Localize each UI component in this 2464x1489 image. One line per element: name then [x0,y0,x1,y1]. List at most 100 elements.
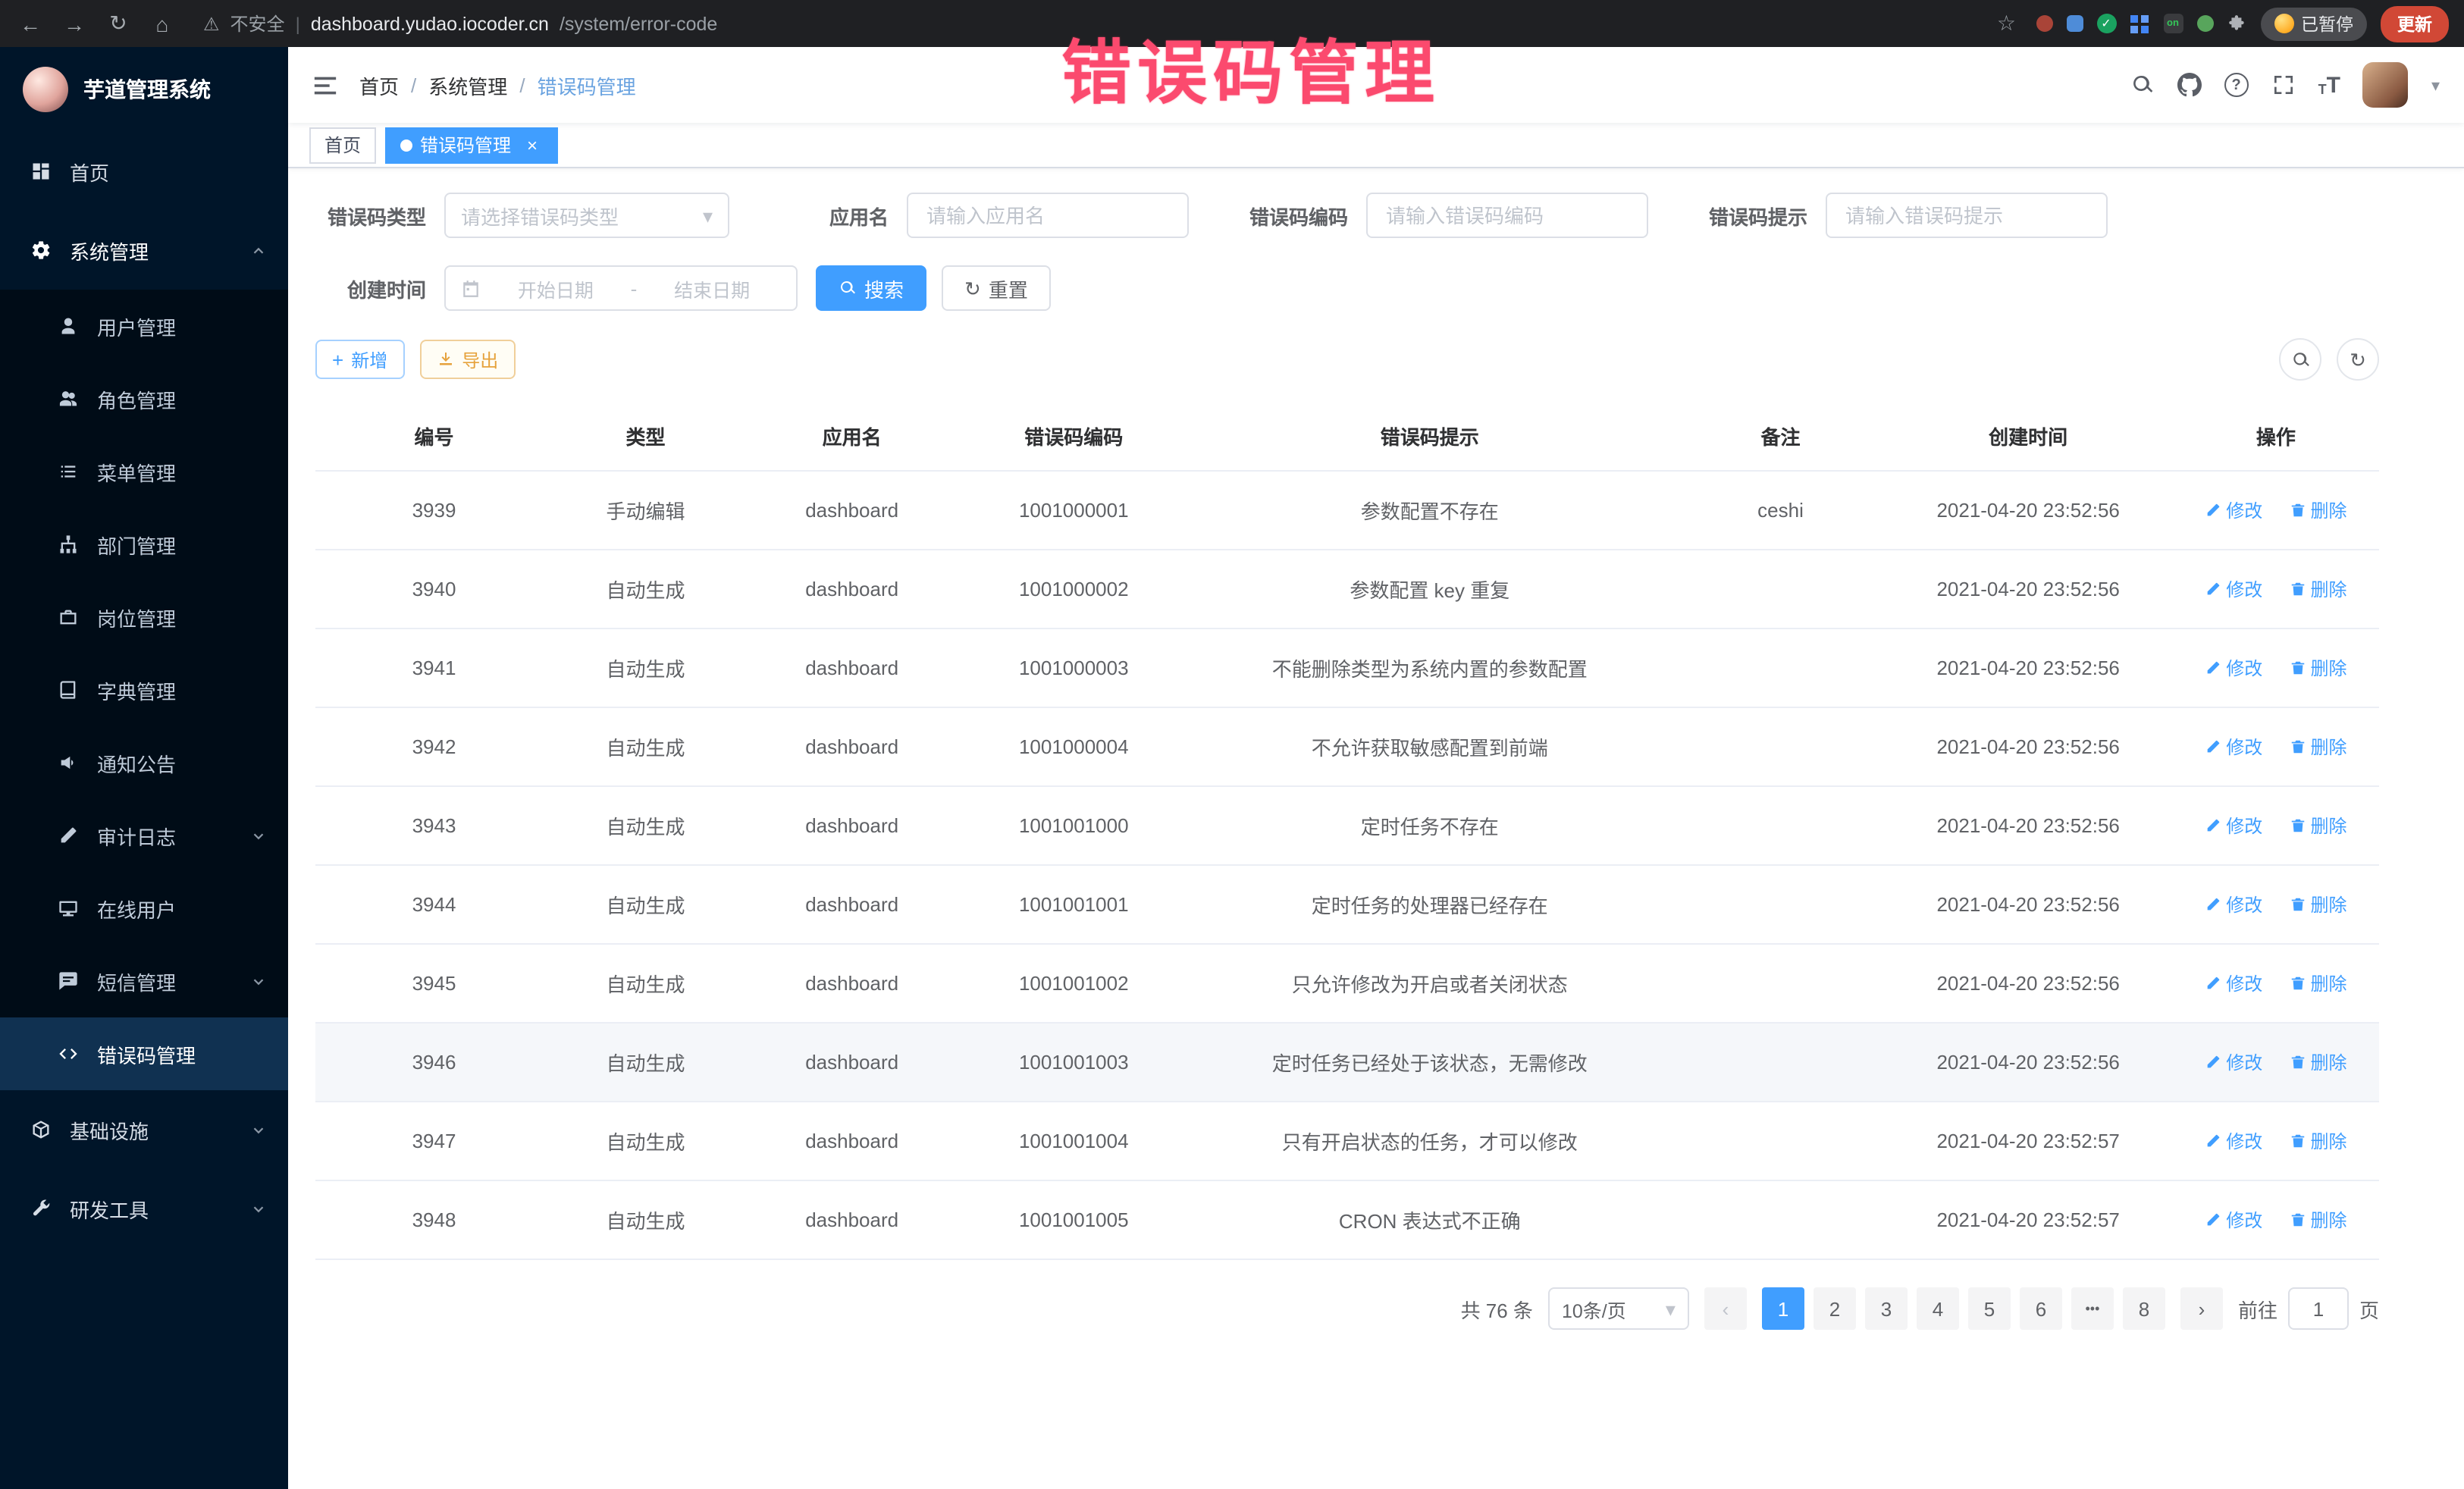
sidebar-item-roles[interactable]: 角色管理 [0,362,288,435]
toggle-search-button[interactable] [2279,338,2321,381]
delete-link[interactable]: 删除 [2289,1128,2346,1154]
delete-link[interactable]: 删除 [2289,970,2346,996]
edit-link[interactable]: 修改 [2205,970,2262,996]
delete-link[interactable]: 删除 [2289,655,2346,681]
edit-link[interactable]: 修改 [2205,734,2262,760]
delete-link[interactable]: 删除 [2289,497,2346,523]
sidebar-item-sms[interactable]: 短信管理 [0,945,288,1017]
add-button[interactable]: + 新增 [315,340,404,379]
security-label[interactable]: 不安全 [230,11,285,36]
sidebar-item-menus[interactable]: 菜单管理 [0,435,288,508]
cell-actions: 修改 删除 [2173,944,2379,1023]
sidebar-item-online-users[interactable]: 在线用户 [0,872,288,945]
edit-link[interactable]: 修改 [2205,813,2262,839]
fullscreen-icon[interactable] [2271,73,2296,97]
url-path[interactable]: /system/error-code [560,13,717,34]
app-title: 芋道管理系统 [83,74,211,105]
page-size-select[interactable]: 10条/页 ▾ [1548,1287,1689,1330]
extension-icon-blue[interactable] [2066,15,2083,32]
home-button[interactable]: ⌂ [147,11,177,36]
delete-label: 删除 [2310,892,2346,917]
edit-link[interactable]: 修改 [2205,1049,2262,1075]
pager-ellipsis[interactable]: ••• [2071,1287,2114,1330]
book-icon [58,679,79,701]
refresh-table-button[interactable]: ↻ [2337,338,2379,381]
delete-link[interactable]: 删除 [2289,813,2346,839]
extension-icon-red[interactable] [2036,15,2052,32]
date-range-picker[interactable]: 开始日期 - 结束日期 [444,265,798,311]
extensions-puzzle-icon[interactable] [2227,14,2246,33]
search-button[interactable]: 搜索 [816,265,926,311]
sidebar-item-notices[interactable]: 通知公告 [0,726,288,799]
user-avatar[interactable] [2363,62,2409,108]
font-size-icon[interactable]: TT [2318,74,2340,96]
profile-paused-badge[interactable]: 已暂停 [2260,7,2367,40]
refresh-button[interactable]: ↻ [103,11,133,36]
goto-page-input[interactable] [2288,1287,2349,1330]
extension-icon-check[interactable]: ✓ [2096,14,2116,33]
add-button-label: 新增 [351,346,387,372]
tab-close-icon[interactable]: × [522,134,543,155]
sidebar-item-error-codes[interactable]: 错误码管理 [0,1017,288,1090]
sidebar-item-positions[interactable]: 岗位管理 [0,581,288,654]
forward-button[interactable]: → [59,11,89,36]
delete-link[interactable]: 删除 [2289,1207,2346,1233]
sidebar-item-users[interactable]: 用户管理 [0,290,288,362]
pencil-icon [2205,502,2221,519]
sidebar-item-departments[interactable]: 部门管理 [0,508,288,581]
pager-page[interactable]: 8 [2123,1287,2165,1330]
pager-page[interactable]: 5 [1968,1287,2011,1330]
extension-icon-on[interactable]: on [2163,14,2183,33]
sidebar-item-dev-tools[interactable]: 研发工具 [0,1169,288,1248]
sidebar-item-home[interactable]: 首页 [0,132,288,211]
edit-link[interactable]: 修改 [2205,576,2262,602]
reset-button[interactable]: ↻ 重置 [942,265,1051,311]
sidebar-item-dictionary[interactable]: 字典管理 [0,654,288,726]
cell-app: dashboard [738,707,965,786]
edit-link[interactable]: 修改 [2205,1207,2262,1233]
search-icon[interactable] [2130,73,2155,97]
cell-app: dashboard [738,1023,965,1102]
pager-page[interactable]: 6 [2020,1287,2062,1330]
export-button[interactable]: 导出 [419,340,515,379]
pager-next-button[interactable]: › [2180,1287,2223,1330]
app-name-input[interactable] [908,194,1187,237]
error-code-input[interactable] [1368,194,1647,237]
edit-link[interactable]: 修改 [2205,1128,2262,1154]
help-icon[interactable]: ? [2224,73,2249,97]
pager-page[interactable]: 3 [1865,1287,1908,1330]
pager-prev-button[interactable]: ‹ [1704,1287,1747,1330]
update-button[interactable]: 更新 [2381,5,2449,42]
extension-icon-grid[interactable] [2130,14,2149,33]
back-button[interactable]: ← [15,11,45,36]
pager-page[interactable]: 1 [1762,1287,1804,1330]
delete-link[interactable]: 删除 [2289,576,2346,602]
error-type-select[interactable]: 请选择错误码类型 ▾ [444,193,729,238]
github-icon[interactable] [2177,73,2202,97]
sidebar-item-infrastructure[interactable]: 基础设施 [0,1090,288,1169]
tab-error-codes[interactable]: 错误码管理 × [385,127,558,163]
delete-link[interactable]: 删除 [2289,1049,2346,1075]
bookmark-star-icon[interactable]: ☆ [1997,11,2016,36]
pager-page[interactable]: 2 [1814,1287,1856,1330]
cell-id: 3948 [315,1180,553,1259]
tab-home[interactable]: 首页 [309,127,376,163]
delete-link[interactable]: 删除 [2289,734,2346,760]
sidebar-item-system[interactable]: 系统管理 [0,211,288,290]
sidebar-item-audit-logs[interactable]: 审计日志 [0,799,288,872]
error-hint-input[interactable] [1827,194,2106,237]
edit-link[interactable]: 修改 [2205,497,2262,523]
edit-link[interactable]: 修改 [2205,892,2262,917]
cell-code: 1001000002 [965,550,1182,629]
delete-link[interactable]: 删除 [2289,892,2346,917]
pager-page[interactable]: 4 [1917,1287,1959,1330]
breadcrumb-home[interactable]: 首页 [359,71,399,99]
hamburger-icon[interactable] [312,72,338,98]
cell-actions: 修改 删除 [2173,1023,2379,1102]
filter-label: 错误码类型 [315,201,444,230]
avatar-caret-icon[interactable]: ▾ [2431,75,2440,95]
edit-link[interactable]: 修改 [2205,655,2262,681]
breadcrumb-system[interactable]: 系统管理 [428,71,507,99]
url-host[interactable]: dashboard.yudao.iocoder.cn [311,13,549,34]
extension-icon-green[interactable] [2196,15,2213,32]
